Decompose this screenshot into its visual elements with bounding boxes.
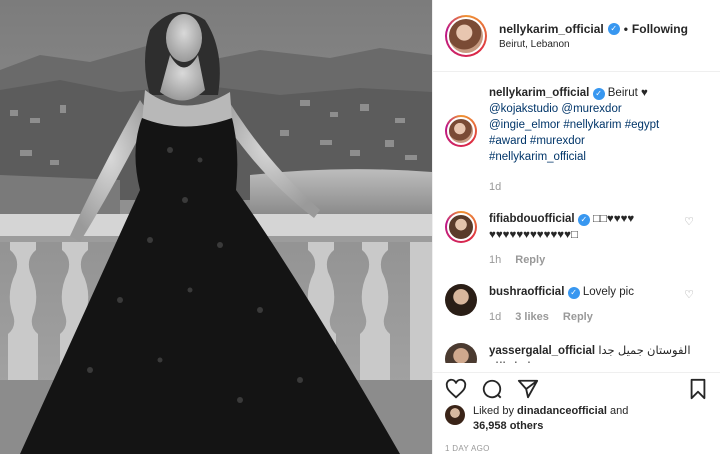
action-bar [433, 372, 720, 404]
post-timestamp[interactable]: 1 DAY AGO [445, 444, 490, 453]
liker-avatar[interactable] [445, 405, 465, 425]
comments-list[interactable]: nellykarim_official ✓ Beirut ♥ @kojakstu… [433, 73, 720, 363]
caption-tag[interactable]: @kojakstudio [489, 103, 558, 115]
author-avatar[interactable] [445, 14, 487, 57]
caption-tag[interactable]: @murexdor [561, 103, 621, 115]
verified-icon: ✓ [592, 88, 605, 100]
verified-icon: ✓ [577, 214, 590, 226]
bookmark-icon[interactable] [688, 378, 708, 400]
author-avatar-image [449, 18, 483, 53]
caption-tag[interactable]: #murexdor [530, 135, 585, 147]
comment-body: bushraofficial ✓ Lovely pic 1d 3 likes R… [489, 284, 708, 325]
likes-and: and [609, 405, 629, 417]
comment-text: Lovely pic [582, 286, 634, 298]
header-separator: • [623, 21, 628, 36]
comment-time[interactable]: 1h [489, 252, 501, 268]
caption-avatar[interactable] [445, 115, 477, 147]
comment-time[interactable]: 1d [489, 309, 501, 325]
caption-text: Beirut ♥ [607, 87, 648, 99]
heart-icon[interactable] [445, 378, 467, 400]
comment-like-icon[interactable]: ♡ [684, 215, 694, 228]
post-header: nellykarim_official ✓ • Following Beirut… [433, 0, 720, 72]
caption-tag[interactable]: #nellykarim_official [489, 151, 586, 163]
verified-icon: ✓ [567, 287, 580, 299]
comment-like-icon[interactable]: ♡ [684, 288, 694, 301]
comment-body: fifiabdouofficial ✓ □□♥♥♥♥ ♥♥♥♥♥♥♥♥♥♥♥♥□… [489, 211, 708, 268]
reply-button[interactable]: Reply [563, 309, 593, 325]
comment-avatar[interactable] [445, 284, 477, 316]
liker-username[interactable]: dinadanceofficial [517, 405, 607, 417]
caption-body: nellykarim_official ✓ Beirut ♥ @kojakstu… [489, 85, 708, 195]
comment: yassergalal_official الفوستان جميل جدا ♥… [445, 325, 708, 363]
comment-body: yassergalal_official الفوستان جميل جدا ♥… [489, 343, 708, 363]
header-text: nellykarim_official ✓ • Following Beirut… [499, 22, 688, 50]
caption-username[interactable]: nellykarim_official [489, 87, 589, 99]
post-image [0, 0, 432, 454]
reply-button[interactable]: Reply [515, 252, 545, 268]
caption: nellykarim_official ✓ Beirut ♥ @kojakstu… [445, 73, 708, 195]
comment: fifiabdouofficial ✓ □□♥♥♥♥ ♥♥♥♥♥♥♥♥♥♥♥♥□… [445, 195, 708, 268]
likes-summary: Liked by dinadanceofficial and 36,958 ot… [445, 404, 708, 434]
comment-username[interactable]: yassergalal_official [489, 345, 595, 357]
post-sidebar: nellykarim_official ✓ • Following Beirut… [432, 0, 720, 454]
comment-username[interactable]: fifiabdouofficial [489, 213, 575, 225]
comment-avatar[interactable] [445, 211, 477, 243]
comment-username[interactable]: bushraofficial [489, 286, 564, 298]
author-username[interactable]: nellykarim_official [499, 22, 604, 36]
comment: bushraofficial ✓ Lovely pic 1d 3 likes R… [445, 268, 708, 325]
caption-time[interactable]: 1d [489, 179, 501, 195]
instagram-post: nellykarim_official ✓ • Following Beirut… [0, 0, 720, 454]
following-button[interactable]: Following [632, 22, 688, 36]
post-location[interactable]: Beirut, Lebanon [499, 39, 688, 50]
share-icon[interactable] [517, 378, 539, 400]
likes-prefix: Liked by [473, 405, 514, 417]
verified-icon: ✓ [607, 22, 620, 35]
comment-icon[interactable] [481, 378, 503, 400]
caption-tag[interactable]: #award [489, 135, 527, 147]
post-photo[interactable] [0, 0, 432, 454]
caption-tag[interactable]: #nellykarim [563, 119, 621, 131]
comment-avatar[interactable] [445, 343, 477, 363]
caption-tag[interactable]: @ingie_elmor [489, 119, 560, 131]
caption-tag[interactable]: #egypt [625, 119, 660, 131]
likes-count[interactable]: 36,958 others [473, 420, 543, 432]
comment-likes[interactable]: 3 likes [515, 309, 549, 325]
